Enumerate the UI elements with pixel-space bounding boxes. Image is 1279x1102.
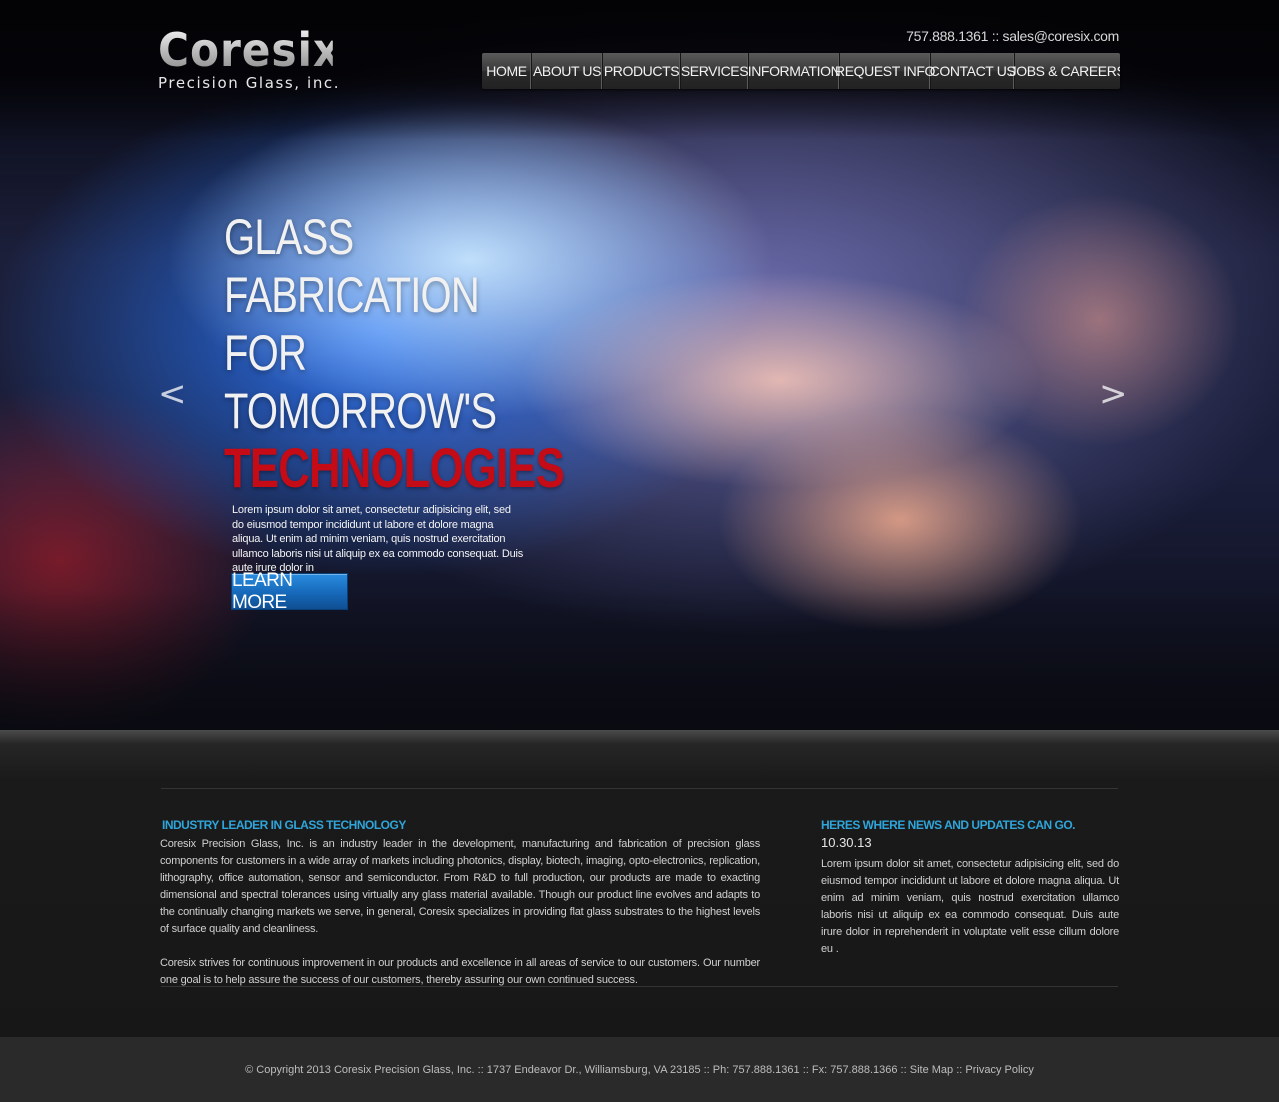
header-email-link[interactable]: sales@coresix.com [1003, 28, 1120, 44]
footer-separator: :: [956, 1063, 963, 1076]
nav-item-about-us[interactable]: ABOUT US [532, 53, 603, 89]
news-title: HERES WHERE NEWS AND UPDATES CAN GO. [821, 818, 1076, 832]
news-body: Lorem ipsum dolor sit amet, consectetur … [821, 858, 1119, 955]
header-phone: 757.888.1361 [906, 28, 989, 44]
hero-headline-line-2: FABRICATION [224, 267, 480, 323]
footer-text: © Copyright 2013 Coresix Precision Glass… [245, 1064, 1034, 1076]
hero-headline: GLASS FABRICATION FOR TOMORROW'S TECHNOL… [224, 208, 660, 496]
news-date: 10.30.13 [821, 835, 872, 850]
hero-bottom-fade [0, 590, 1279, 730]
hero-headline-accent: TECHNOLOGIES [224, 436, 565, 499]
nav-item-home[interactable]: HOME [482, 53, 532, 89]
nav-item-request-info[interactable]: REQUEST INFO [835, 53, 935, 89]
logo[interactable]: Coresix Precision Glass, inc. [158, 23, 348, 92]
footer-sitemap-link[interactable]: Site Map [910, 1064, 953, 1076]
learn-more-button[interactable]: LEARN MORE [231, 570, 348, 613]
nav-item-products[interactable]: PRODUCTS [603, 53, 681, 89]
about-title: INDUSTRY LEADER IN GLASS TECHNOLOGY [162, 818, 406, 832]
hero-headline-line-1: GLASS [224, 209, 354, 265]
about-paragraph-2: Coresix strives for continuous improveme… [160, 957, 760, 986]
slider-prev-arrow-icon[interactable]: < [158, 376, 187, 412]
footer: © Copyright 2013 Coresix Precision Glass… [0, 1037, 1279, 1102]
logo-wordmark: Coresix [158, 23, 342, 77]
news-column: HERES WHERE NEWS AND UPDATES CAN GO. 10.… [821, 818, 1119, 958]
footer-copyright: © Copyright 2013 Coresix Precision Glass… [245, 1063, 907, 1076]
header-contact-separator: :: [991, 28, 999, 44]
nav-item-jobs-careers[interactable]: JOBS & CAREERS [1010, 53, 1120, 89]
nav-item-information[interactable]: INFORMATION [748, 53, 841, 89]
main-nav: HOME ABOUT US PRODUCTS SERVICES INFORMAT… [482, 53, 1120, 89]
slider-next-arrow-icon[interactable]: > [1099, 376, 1128, 412]
nav-item-contact-us[interactable]: CONTACT US [930, 53, 1016, 89]
hero-headline-line-3: FOR [224, 325, 307, 381]
hero-headline-line-4: TOMORROW'S [224, 383, 497, 439]
content-top-divider [161, 788, 1118, 789]
about-paragraph-1: Coresix Precision Glass, Inc. is an indu… [160, 838, 760, 935]
header-contact: 757.888.1361 :: sales@coresix.com [906, 28, 1119, 44]
hero-body-text: Lorem ipsum dolor sit amet, consectetur … [232, 504, 524, 574]
footer-privacy-link[interactable]: Privacy Policy [965, 1064, 1033, 1076]
nav-item-services[interactable]: SERVICES [681, 53, 749, 89]
about-column: INDUSTRY LEADER IN GLASS TECHNOLOGY Core… [160, 818, 760, 989]
